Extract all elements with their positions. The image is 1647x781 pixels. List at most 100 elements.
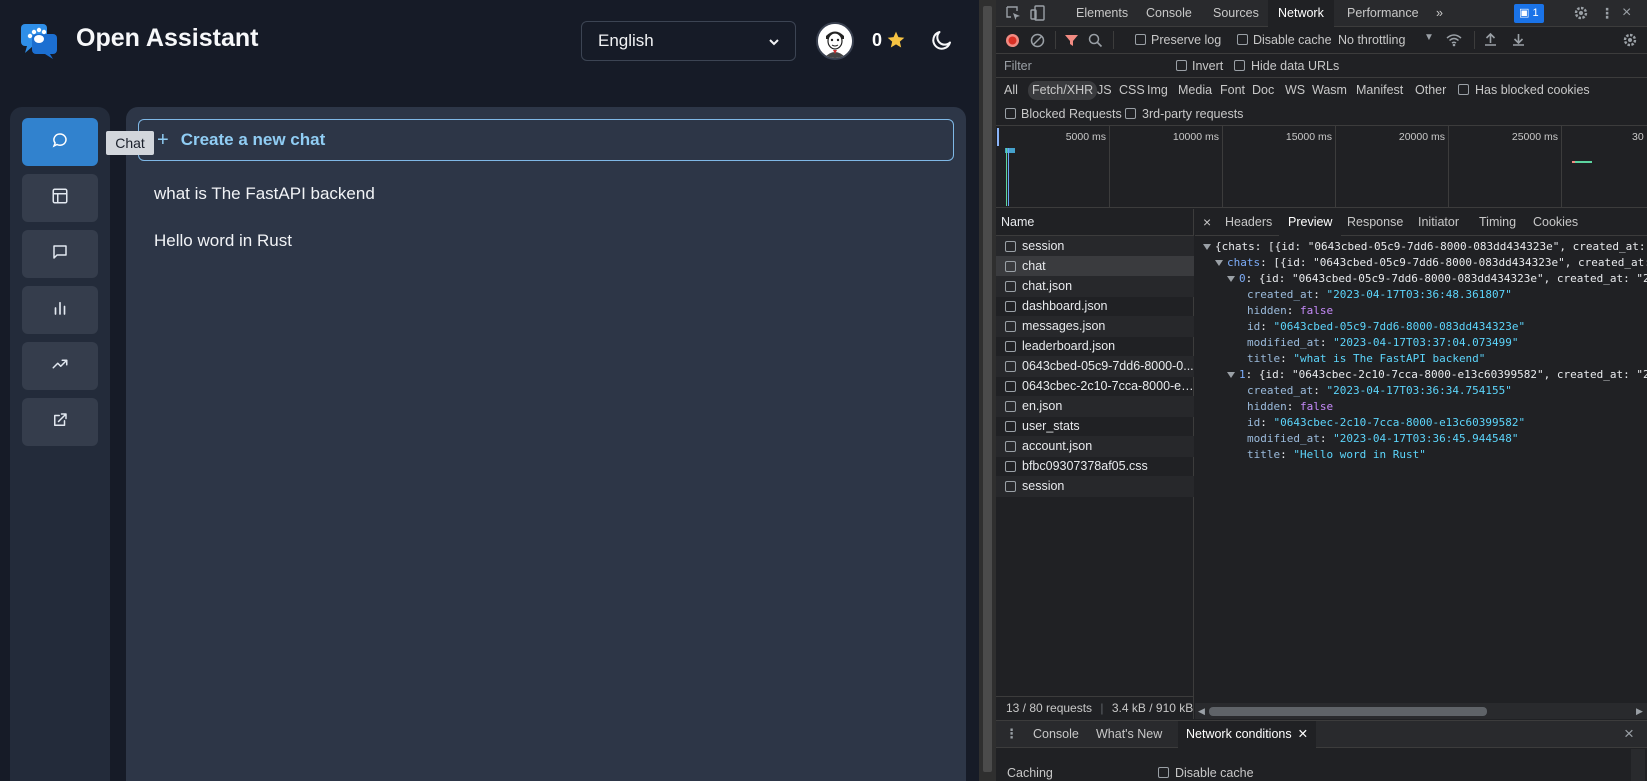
type-css[interactable]: CSS — [1116, 81, 1148, 100]
tab-initiator[interactable]: Initiator — [1418, 209, 1459, 236]
tab-sources[interactable]: Sources — [1213, 0, 1259, 27]
type-doc[interactable]: Doc — [1249, 81, 1277, 100]
close-icon[interactable]: × — [1622, 4, 1631, 22]
search-icon[interactable] — [1088, 33, 1103, 51]
device-toolbar-icon[interactable] — [1030, 5, 1046, 24]
drawer-tab-console[interactable]: Console — [1033, 721, 1079, 748]
json-item-line[interactable]: 1: {id: "0643cbec-2c10-7cca-8000-e13c603… — [1227, 367, 1647, 383]
avatar[interactable] — [816, 22, 854, 60]
request-row[interactable]: leaderboard.json — [996, 336, 1194, 357]
scrollbar-thumb[interactable] — [983, 6, 992, 772]
gear-icon[interactable] — [1573, 5, 1589, 24]
request-row[interactable]: dashboard.json — [996, 296, 1194, 317]
request-row[interactable]: 0643cbed-05c9-7dd6-8000-0... — [996, 356, 1194, 377]
nav-stats-button[interactable] — [22, 342, 98, 390]
filter-input[interactable]: Filter — [1004, 59, 1032, 73]
type-ws[interactable]: WS — [1282, 81, 1308, 100]
request-row[interactable]: chat — [996, 256, 1194, 277]
type-manifest[interactable]: Manifest — [1353, 81, 1406, 100]
tab-cookies[interactable]: Cookies — [1533, 209, 1578, 236]
request-checkbox[interactable] — [1005, 341, 1016, 352]
request-row[interactable]: chat.json — [996, 276, 1194, 297]
request-row[interactable]: session — [996, 476, 1194, 497]
type-other[interactable]: Other — [1412, 81, 1449, 100]
tab-headers[interactable]: Headers — [1225, 209, 1272, 236]
drawer-disable-cache-checkbox[interactable] — [1158, 767, 1169, 778]
invert-checkbox[interactable] — [1176, 60, 1187, 71]
tab-elements[interactable]: Elements — [1076, 0, 1128, 27]
request-checkbox[interactable] — [1005, 261, 1016, 272]
request-row[interactable]: en.json — [996, 396, 1194, 417]
network-overview-timeline[interactable]: 5000 ms 10000 ms 15000 ms 20000 ms 25000… — [996, 126, 1647, 208]
request-row[interactable]: messages.json — [996, 316, 1194, 337]
wifi-icon[interactable] — [1446, 32, 1462, 51]
request-row[interactable]: 0643cbec-2c10-7cca-8000-e1... — [996, 376, 1194, 397]
request-checkbox[interactable] — [1005, 361, 1016, 372]
request-checkbox[interactable] — [1005, 421, 1016, 432]
request-checkbox[interactable] — [1005, 381, 1016, 392]
type-fetch-xhr[interactable]: Fetch/XHR — [1028, 81, 1098, 100]
name-column-header[interactable]: Name — [996, 209, 1194, 236]
drawer-scrollbar[interactable] — [1631, 749, 1645, 781]
language-select[interactable]: English — [581, 21, 796, 61]
request-checkbox[interactable] — [1005, 241, 1016, 252]
close-tab-icon[interactable]: ✕ — [1298, 727, 1308, 741]
logo-icon[interactable] — [20, 22, 58, 60]
preserve-log-checkbox[interactable] — [1135, 34, 1146, 45]
tab-timing[interactable]: Timing — [1479, 209, 1516, 236]
type-media[interactable]: Media — [1175, 81, 1215, 100]
scroll-right-icon[interactable]: ▶ — [1636, 706, 1643, 717]
issues-badge[interactable]: ▣ 1 — [1514, 4, 1544, 23]
inspect-icon[interactable] — [1005, 5, 1021, 24]
json-chats-line[interactable]: chats: [{id: "0643cbed-05c9-7dd6-8000-08… — [1215, 255, 1647, 271]
request-checkbox[interactable] — [1005, 441, 1016, 452]
request-row[interactable]: account.json — [996, 436, 1194, 457]
type-js[interactable]: JS — [1094, 81, 1115, 100]
close-drawer-icon[interactable]: × — [1624, 724, 1634, 744]
close-detail-icon[interactable]: × — [1203, 209, 1211, 236]
request-checkbox[interactable] — [1005, 481, 1016, 492]
drawer-tab-whats-new[interactable]: What's New — [1096, 721, 1162, 748]
request-row[interactable]: user_stats — [996, 416, 1194, 437]
request-checkbox[interactable] — [1005, 401, 1016, 412]
type-img[interactable]: Img — [1144, 81, 1171, 100]
nav-chat-button[interactable] — [22, 118, 98, 166]
clear-icon[interactable] — [1030, 33, 1045, 51]
json-item-line[interactable]: 0: {id: "0643cbed-05c9-7dd6-8000-083dd43… — [1227, 271, 1647, 287]
type-font[interactable]: Font — [1217, 81, 1248, 100]
record-icon[interactable] — [1005, 33, 1020, 51]
json-root-line[interactable]: {chats: [{id: "0643cbed-05c9-7dd6-8000-0… — [1203, 239, 1645, 255]
scroll-left-icon[interactable]: ◀ — [1198, 706, 1205, 717]
disable-cache-checkbox[interactable] — [1237, 34, 1248, 45]
request-row[interactable]: session — [996, 236, 1194, 257]
request-row[interactable]: bfbc09307378af05.css — [996, 456, 1194, 477]
chat-list-item[interactable]: Hello word in Rust — [154, 231, 292, 251]
filter-icon[interactable] — [1064, 33, 1079, 51]
type-all[interactable]: All — [1001, 81, 1021, 100]
third-party-checkbox[interactable] — [1125, 108, 1136, 119]
type-wasm[interactable]: Wasm — [1309, 81, 1350, 100]
tab-performance[interactable]: Performance — [1347, 0, 1419, 27]
request-checkbox[interactable] — [1005, 301, 1016, 312]
request-checkbox[interactable] — [1005, 461, 1016, 472]
network-settings-icon[interactable] — [1622, 32, 1638, 51]
nav-leaderboard-button[interactable] — [22, 286, 98, 334]
drawer-tab-network-conditions[interactable]: Network conditions ✕ — [1178, 721, 1317, 748]
scrollbar-thumb[interactable] — [1209, 707, 1487, 716]
tab-response[interactable]: Response — [1347, 209, 1403, 236]
create-chat-button[interactable]: + Create a new chat — [138, 119, 954, 161]
window-scrollbar[interactable] — [979, 0, 996, 781]
tab-network[interactable]: Network — [1268, 0, 1334, 27]
nav-messages-button[interactable] — [22, 230, 98, 278]
nav-external-button[interactable] — [22, 398, 98, 446]
nav-dashboard-button[interactable] — [22, 174, 98, 222]
more-tabs-button[interactable]: » — [1436, 0, 1443, 27]
request-checkbox[interactable] — [1005, 281, 1016, 292]
kebab-menu-icon[interactable]: ⋮ — [1600, 5, 1614, 22]
preview-horizontal-scrollbar[interactable]: ◀ ▶ — [1195, 703, 1647, 719]
hide-data-urls-checkbox[interactable] — [1234, 60, 1245, 71]
upload-icon[interactable] — [1483, 32, 1498, 50]
request-checkbox[interactable] — [1005, 321, 1016, 332]
has-blocked-cookies-checkbox[interactable] — [1458, 84, 1469, 95]
drawer-menu-icon[interactable]: ⋮ — [1005, 726, 1018, 742]
